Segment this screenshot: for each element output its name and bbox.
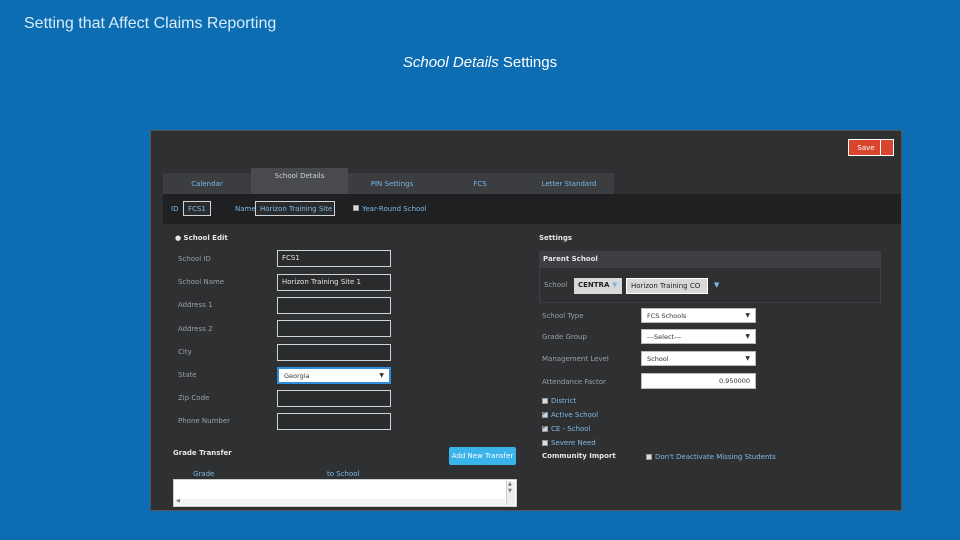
city-field[interactable] xyxy=(277,344,391,361)
save-label: Save xyxy=(857,143,875,152)
state-select[interactable]: Georgia xyxy=(277,367,391,384)
severe-need-label: Severe Need xyxy=(551,439,596,447)
school-type-select[interactable]: FCS Schools xyxy=(641,308,756,323)
address1-label: Address 1 xyxy=(178,301,213,309)
grade-group-label: Grade Group xyxy=(542,333,587,341)
grade-transfer-grid: ▲ ▼ ◀ xyxy=(173,479,517,507)
slide-subtitle: School Details Settings xyxy=(0,54,960,71)
school-id-field[interactable]: FCS1 xyxy=(277,250,391,267)
grade-group-select[interactable]: ---Select--- xyxy=(641,329,756,344)
school-code-dropdown-icon[interactable]: ▼ xyxy=(612,281,617,289)
school-type-label: School Type xyxy=(542,312,584,320)
subtitle-emphasis: School Details xyxy=(402,54,499,71)
attendance-factor-label: Attendance Factor xyxy=(542,378,606,386)
tab-letter-standard[interactable]: Letter Standard xyxy=(524,173,614,194)
scroll-left-icon[interactable]: ◀ xyxy=(176,498,180,504)
grade-transfer-heading: Grade Transfer xyxy=(173,449,232,457)
school-name-dropdown-icon[interactable]: ▼ xyxy=(714,281,719,289)
name-field[interactable]: Horizon Training Site 1 xyxy=(255,201,335,216)
school-column-header: to School xyxy=(327,470,360,478)
school-edit-heading: ● School Edit xyxy=(175,234,228,242)
phone-label: Phone Number xyxy=(178,417,231,425)
tab-bar: Calendar School Details PIN Settings FCS… xyxy=(163,168,901,194)
scroll-down-icon[interactable]: ▼ xyxy=(508,488,512,494)
district-label: District xyxy=(551,397,577,405)
active-school-checkbox[interactable] xyxy=(542,409,548,418)
tab-fcs[interactable]: FCS xyxy=(436,173,524,194)
id-label: ID xyxy=(171,205,179,213)
severe-need-checkbox[interactable] xyxy=(542,440,548,446)
id-field[interactable]: FCS1 xyxy=(183,201,211,216)
subtitle-rest: Settings xyxy=(498,54,558,71)
name-label: Name xyxy=(235,205,256,213)
tab-school-details[interactable]: School Details xyxy=(251,168,348,194)
district-checkbox[interactable] xyxy=(542,398,548,404)
city-label: City xyxy=(178,348,192,356)
school-id-label: School ID xyxy=(178,255,211,263)
parent-school-label: Parent School xyxy=(543,255,598,263)
ce-school-label: CE - School xyxy=(551,425,591,433)
attendance-factor-field[interactable]: 0.950000 xyxy=(641,373,756,389)
zip-field[interactable] xyxy=(277,390,391,407)
add-transfer-button[interactable]: Add New Transfer xyxy=(449,447,516,465)
school-selector-box: School CENTRA ▼ Horizon Training CO ▼ xyxy=(539,267,881,303)
year-round-label: Year-Round School xyxy=(362,205,427,213)
school-name-select[interactable]: Horizon Training CO xyxy=(626,278,708,294)
tab-pin-settings[interactable]: PIN Settings xyxy=(348,173,436,194)
dont-deactivate-checkbox[interactable] xyxy=(646,454,652,460)
address2-field[interactable] xyxy=(277,320,391,337)
parent-school-bar: Parent School xyxy=(539,251,881,267)
address2-label: Address 2 xyxy=(178,325,213,333)
school-name-label: School Name xyxy=(178,278,225,286)
management-level-label: Management Level xyxy=(542,355,609,363)
ce-school-checkbox[interactable] xyxy=(542,423,548,432)
phone-field[interactable] xyxy=(277,413,391,430)
id-row: ID FCS1 Name Horizon Training Site 1 Yea… xyxy=(163,194,901,224)
management-level-select[interactable]: School xyxy=(641,351,756,366)
community-import-label: Community Import xyxy=(542,452,616,460)
vertical-scrollbar[interactable]: ▲ ▼ xyxy=(506,481,515,505)
settings-heading: Settings xyxy=(539,234,573,242)
school-label: School xyxy=(544,281,568,289)
slide-title: Setting that Affect Claims Reporting xyxy=(24,15,277,32)
app-screenshot: Save Calendar School Details PIN Setting… xyxy=(150,130,902,511)
tab-calendar[interactable]: Calendar xyxy=(163,173,251,194)
state-label: State xyxy=(178,371,197,379)
school-name-field[interactable]: Horizon Training Site 1 xyxy=(277,274,391,291)
save-button[interactable]: Save xyxy=(848,139,894,156)
zip-label: Zip Code xyxy=(178,394,210,402)
scroll-up-icon[interactable]: ▲ xyxy=(508,481,512,487)
dont-deactivate-label: Don't Deactivate Missing Students xyxy=(655,453,776,461)
address1-field[interactable] xyxy=(277,297,391,314)
horizontal-scrollbar[interactable]: ◀ xyxy=(175,498,505,505)
grade-column-header: Grade xyxy=(193,470,215,478)
active-school-label: Active School xyxy=(551,411,599,419)
year-round-checkbox[interactable] xyxy=(353,205,359,211)
